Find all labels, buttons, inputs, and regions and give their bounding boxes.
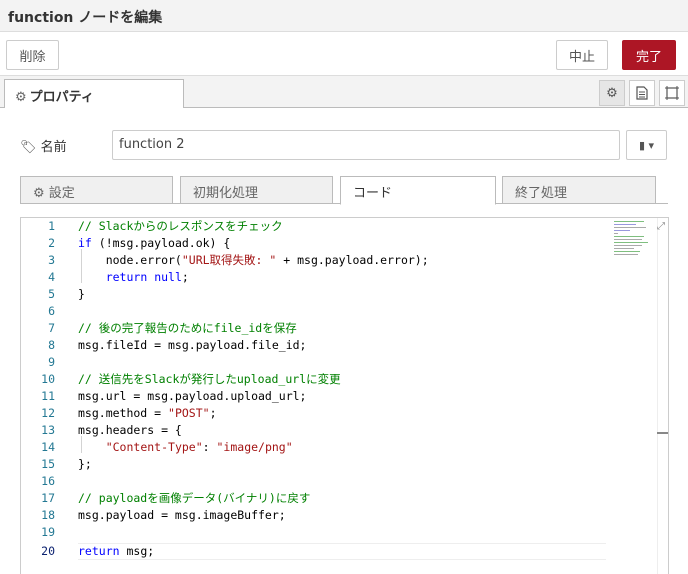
scroll-position-marker	[657, 432, 668, 434]
code-line: 16	[41, 474, 55, 488]
tab-setup-label: 設定	[48, 186, 75, 201]
code-subtabs: ⚙ 設定 初期化処理 コード 終了処理	[20, 174, 668, 205]
tab-code[interactable]: コード	[340, 176, 496, 205]
name-label-text: 名前	[40, 140, 67, 155]
dialog-title: function ノードを編集	[8, 10, 163, 26]
frame-icon	[665, 86, 679, 100]
tab-setup[interactable]: ⚙ 設定	[20, 176, 173, 204]
document-icon	[636, 86, 648, 100]
tab-close[interactable]: 終了処理	[502, 176, 656, 204]
dialog-header: function ノードを編集	[0, 0, 688, 32]
code-line: 10// 送信先をSlackが発行したupload_urlに変更	[41, 372, 341, 386]
gear-icon: ⚙	[33, 186, 45, 201]
code-line: 1// Slackからのレスポンスをチェック	[48, 219, 283, 233]
library-button[interactable]: ▮ ▾	[626, 130, 667, 160]
appearance-icon-button[interactable]	[659, 80, 685, 106]
tab-bar: ⚙ プロパティ ⚙	[0, 76, 688, 109]
code-line: 18 msg.payload = msg.imageBuffer;	[41, 508, 286, 522]
code-line: 6	[48, 304, 55, 318]
gear-icon: ⚙	[15, 90, 27, 105]
editor-minimap[interactable]	[614, 221, 654, 261]
done-button[interactable]: 完了	[622, 40, 676, 70]
tag-icon: 🏷	[20, 140, 37, 155]
tab-properties-label: プロパティ	[29, 90, 94, 105]
delete-button[interactable]: 削除	[6, 40, 59, 70]
code-line: 15};	[41, 457, 92, 471]
cancel-button[interactable]: 中止	[556, 40, 608, 70]
tab-init-label: 初期化処理	[193, 186, 259, 201]
toolbar: 削除 中止 完了	[0, 32, 688, 76]
editor-scrollbar[interactable]	[657, 218, 668, 574]
code-line: 9	[48, 355, 55, 369]
code-line: 11 msg.url = msg.payload.upload_url;	[41, 389, 307, 403]
tab-code-label: コード	[353, 186, 393, 201]
code-line: 8 msg.fileId = msg.payload.file_id;	[48, 338, 307, 352]
code-line: 4 return null;	[48, 270, 189, 284]
tab-close-label: 終了処理	[515, 186, 568, 201]
gear-icon: ⚙	[606, 85, 618, 101]
code-line: 19	[41, 525, 55, 539]
code-line: 2 if (!msg.payload.ok) {	[48, 236, 231, 250]
book-icon: ▮	[638, 138, 646, 152]
code-line: 14 "Content-Type": "image/png"	[41, 440, 293, 454]
settings-icon-button[interactable]: ⚙	[599, 80, 625, 106]
description-icon-button[interactable]	[629, 80, 655, 106]
code-line: 7// 後の完了報告のためにfile_idを保存	[48, 321, 297, 335]
tab-init[interactable]: 初期化処理	[180, 176, 333, 204]
code-line: 12 msg.method = "POST";	[41, 406, 217, 420]
name-label: 🏷 名前	[20, 136, 67, 155]
code-line: 20 return msg;	[41, 544, 155, 558]
chevron-down-icon: ▾	[648, 138, 655, 152]
code-editor[interactable]: 1// Slackからのレスポンスをチェック 2 if (!msg.payload…	[20, 217, 669, 574]
code-line: 3 node.error("URL取得失敗: " + msg.payload.e…	[48, 253, 429, 267]
expand-icon[interactable]: ⤢	[657, 221, 665, 232]
name-input[interactable]: function 2	[112, 130, 620, 160]
tab-properties[interactable]: ⚙ プロパティ	[4, 79, 184, 109]
code-line: 13 msg.headers = {	[41, 423, 182, 437]
properties-panel: 🏷 名前 function 2 ▮ ▾ ⚙ 設定 初期化処理 コード 終了処理 …	[0, 108, 688, 574]
code-line: 17// payloadを画像データ(バイナリ)に戻す	[41, 491, 311, 505]
code-line: 5}	[48, 287, 85, 301]
